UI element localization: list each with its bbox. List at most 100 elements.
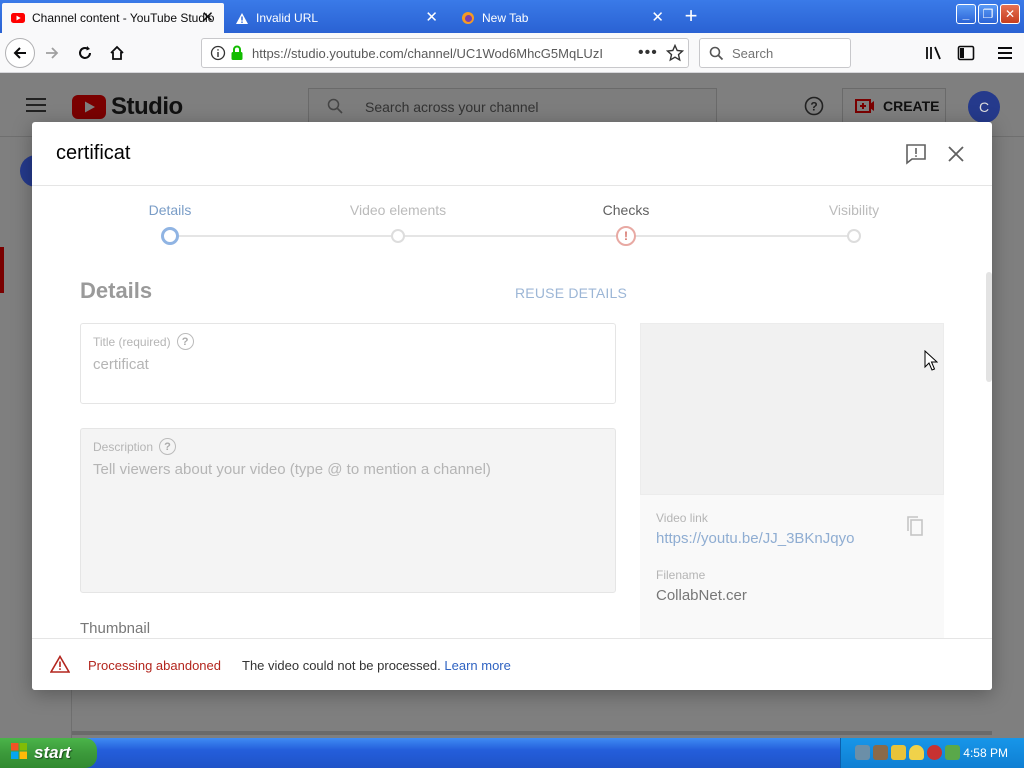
description-label: Description xyxy=(93,439,154,454)
upload-stepper: Details Video elements Checks Visibility… xyxy=(32,186,992,256)
tab-label: New Tab xyxy=(482,11,529,25)
step-details-dot[interactable] xyxy=(161,227,179,245)
dialog-footer: Processing abandoned The video could not… xyxy=(32,638,992,690)
close-window-button[interactable]: ✕ xyxy=(1000,4,1020,24)
url-bar[interactable]: https://studio.youtube.com/channel/UC1Wo… xyxy=(201,38,689,68)
stepper-track xyxy=(170,235,854,237)
hamburger-menu-icon xyxy=(998,47,1012,59)
learn-more-link[interactable]: Learn more xyxy=(444,658,510,673)
step-visibility-label[interactable]: Visibility xyxy=(829,202,879,218)
security-shield-icon[interactable] xyxy=(909,745,924,760)
step-details-label[interactable]: Details xyxy=(149,202,192,218)
video-info-panel: Video link https://youtu.be/JJ_3BKnJqyo … xyxy=(640,495,944,638)
clock[interactable]: 4:58 PM xyxy=(963,746,1008,760)
tab-label: Channel content - YouTube Studio xyxy=(32,11,215,25)
active-nav-indicator xyxy=(0,247,4,293)
tray-app-icon[interactable] xyxy=(945,745,960,760)
processing-status: Processing abandoned xyxy=(88,658,221,673)
help-icon[interactable]: ? xyxy=(804,96,824,121)
start-label: start xyxy=(34,743,71,762)
upload-details-dialog: certificat Details Video elements Checks… xyxy=(32,122,992,690)
youtube-icon xyxy=(10,10,26,26)
home-button[interactable] xyxy=(103,39,131,67)
tray-icons xyxy=(855,745,960,760)
search-icon xyxy=(327,98,343,117)
bookmark-star-icon[interactable] xyxy=(665,43,685,67)
thumbnail-heading: Thumbnail xyxy=(80,620,151,637)
step-checks-label[interactable]: Checks xyxy=(603,202,650,218)
network-icon[interactable] xyxy=(873,745,888,760)
horizontal-scrollbar[interactable] xyxy=(72,731,992,735)
processing-message-row: The video could not be processed. Learn … xyxy=(242,658,511,673)
create-label: CREATE xyxy=(883,98,940,114)
filename-label: Filename xyxy=(656,568,706,582)
url-text: https://studio.youtube.com/channel/UC1Wo… xyxy=(252,46,602,61)
details-content: Details REUSE DETAILS Title (required) ?… xyxy=(32,256,992,638)
svg-text:?: ? xyxy=(810,100,817,114)
page-actions-icon[interactable]: ••• xyxy=(638,44,658,62)
warning-icon xyxy=(49,654,71,678)
close-icon[interactable] xyxy=(944,142,968,171)
description-placeholder[interactable]: Tell viewers about your video (type @ to… xyxy=(93,461,491,478)
processing-message: The video could not be processed. xyxy=(242,658,441,673)
step-video-elements-label[interactable]: Video elements xyxy=(350,202,446,218)
antivirus-icon[interactable] xyxy=(927,745,942,760)
lock-icon[interactable] xyxy=(230,45,244,66)
new-tab-button[interactable]: + xyxy=(680,5,702,27)
dialog-scrollbar[interactable] xyxy=(986,272,992,382)
window-controls: _ ❐ ✕ xyxy=(956,4,1020,24)
youtube-logo-icon[interactable] xyxy=(72,95,106,124)
network-icon[interactable] xyxy=(855,745,870,760)
filename-value: CollabNet.cer xyxy=(656,587,747,604)
copy-icon[interactable] xyxy=(906,515,924,542)
forward-arrow-icon xyxy=(46,47,59,59)
dialog-title: certificat xyxy=(56,142,131,164)
warning-icon xyxy=(234,10,250,26)
title-field[interactable]: Title (required) ? certificat xyxy=(80,323,616,404)
forward-button[interactable] xyxy=(38,39,66,67)
close-tab-icon[interactable]: ✕ xyxy=(425,10,438,25)
help-icon[interactable]: ? xyxy=(176,333,194,350)
feedback-icon[interactable] xyxy=(904,142,928,171)
back-button[interactable] xyxy=(5,38,35,68)
close-tab-icon[interactable]: ✕ xyxy=(651,10,664,25)
avatar[interactable]: C xyxy=(968,91,1000,123)
maximize-button[interactable]: ❐ xyxy=(978,4,998,24)
reload-button[interactable] xyxy=(71,39,99,67)
video-preview xyxy=(640,323,944,495)
library-button[interactable] xyxy=(920,39,948,67)
close-tab-icon[interactable]: ✕ xyxy=(201,10,214,25)
step-video-elements-dot[interactable] xyxy=(391,229,405,243)
tab-youtube-studio[interactable]: Channel content - YouTube Studio ✕ xyxy=(2,3,224,33)
title-field-label-row: Title (required) ? xyxy=(93,333,194,350)
info-icon[interactable] xyxy=(210,45,226,66)
start-button[interactable]: start xyxy=(0,738,97,768)
video-add-icon xyxy=(855,98,875,117)
hamburger-menu-icon[interactable] xyxy=(26,97,46,118)
description-field[interactable]: Description ? Tell viewers about your vi… xyxy=(80,428,616,593)
library-icon xyxy=(926,46,941,60)
dialog-header: certificat xyxy=(32,122,992,186)
menu-button[interactable] xyxy=(991,39,1019,67)
section-title: Details xyxy=(80,278,153,303)
minimize-button[interactable]: _ xyxy=(956,4,976,24)
reuse-details-button[interactable]: REUSE DETAILS xyxy=(515,285,627,301)
sidebar-icon xyxy=(957,45,975,61)
description-label-row: Description ? xyxy=(93,438,177,455)
help-icon[interactable]: ? xyxy=(159,438,177,455)
step-visibility-dot[interactable] xyxy=(847,229,861,243)
browser-search-box[interactable]: Search xyxy=(699,38,851,68)
sidebar-toggle-button[interactable] xyxy=(952,39,980,67)
tab-invalid-url[interactable]: Invalid URL ✕ xyxy=(226,3,448,33)
title-field-value[interactable]: certificat xyxy=(93,356,149,373)
channel-search-input[interactable]: Search across your channel xyxy=(308,88,717,124)
windows-taskbar: start 4:58 PM xyxy=(0,738,1024,768)
step-checks-error-icon[interactable]: ! xyxy=(616,226,636,246)
video-link-label: Video link xyxy=(656,511,708,525)
tray-app-icon[interactable] xyxy=(891,745,906,760)
title-field-label: Title (required) xyxy=(93,334,171,349)
video-link[interactable]: https://youtu.be/JJ_3BKnJqyo xyxy=(656,530,854,547)
mouse-cursor-icon xyxy=(924,349,939,377)
tab-new-tab[interactable]: New Tab ✕ xyxy=(452,3,674,33)
create-button[interactable]: CREATE xyxy=(842,88,946,124)
